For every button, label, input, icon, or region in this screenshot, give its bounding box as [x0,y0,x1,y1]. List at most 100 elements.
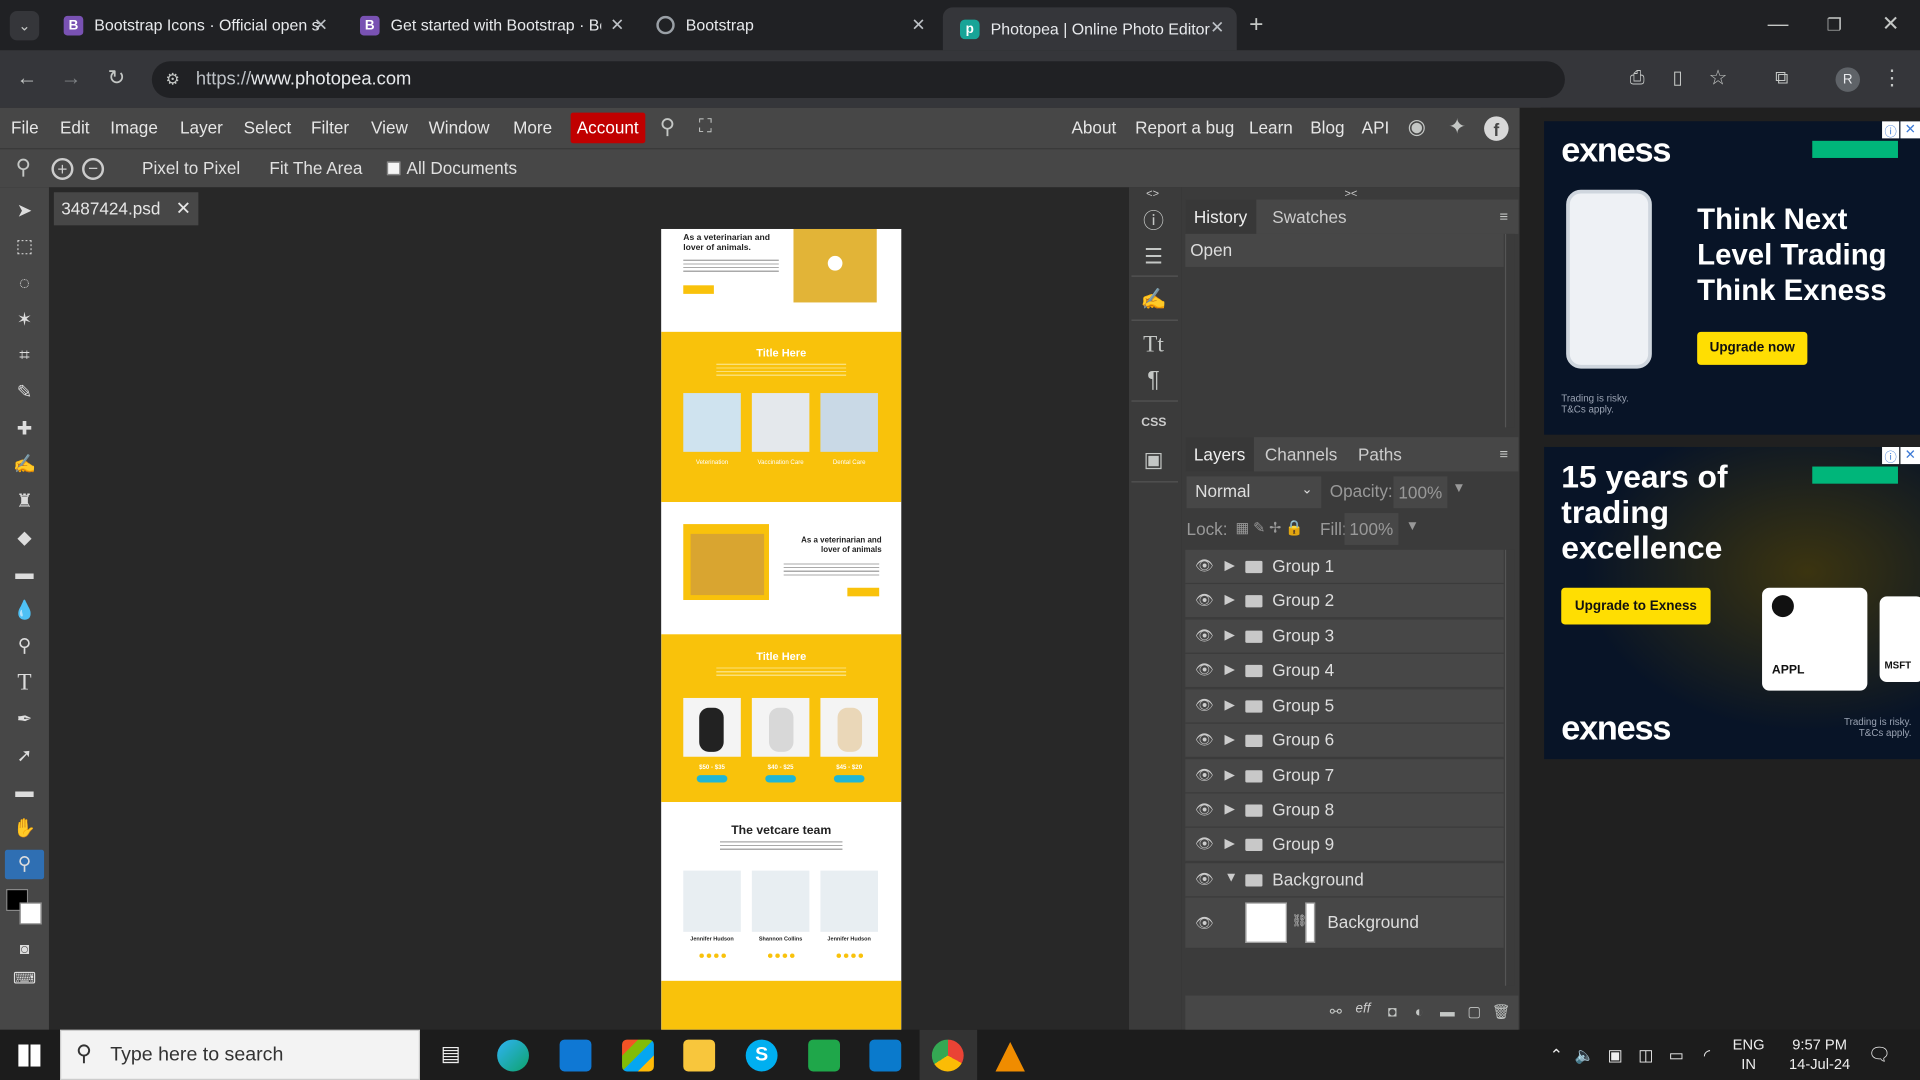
site-info-icon[interactable]: ⚙ [162,65,184,94]
skype-icon[interactable]: S [745,1039,778,1072]
taskbar-search-box[interactable]: ⚲ Type here to search [60,1029,421,1080]
browser-tab[interactable]: Bootstrap ✕ [639,0,938,50]
fit-area-button[interactable]: Fit The Area [269,158,362,178]
browser-tab[interactable]: B Get started with Bootstrap · Boo ✕ [343,0,637,50]
tab-paths[interactable]: Paths [1349,437,1410,471]
url-bar[interactable]: ⚙ https://www.photopea.com [151,61,1565,98]
blend-mode-select[interactable]: Normal ⌄ [1186,476,1322,509]
css-icon[interactable]: CSS [1141,416,1166,429]
paragraph-icon[interactable]: ¶ [1139,366,1168,395]
history-item[interactable]: Open [1185,233,1504,267]
layer-row[interactable]: 👁 ▶ Group 1 [1185,549,1504,585]
visibility-eye-icon[interactable]: 👁 [1195,697,1214,714]
bookmark-star-icon[interactable]: ☆ [1703,64,1732,93]
crop-tool-icon[interactable]: ⌗ [10,342,39,371]
twitter-icon[interactable]: ✦ [1442,113,1471,142]
ad-close-icon[interactable]: ✕ [1900,121,1920,139]
lasso-tool-icon[interactable]: ◌ [10,269,39,298]
new-group-icon[interactable]: ▬ [1438,997,1458,1026]
quick-mask-icon[interactable]: ◙ [10,934,39,963]
expand-arrow-icon[interactable]: ▶ [1225,591,1235,608]
delete-layer-icon[interactable]: 🗑 [1491,997,1511,1026]
opacity-input[interactable]: 100% [1393,476,1448,509]
tray-chevron-icon[interactable]: ⌃ [1547,1041,1567,1070]
document-canvas[interactable]: As a veterinarian and lover of animals. … [661,228,902,1030]
reddit-icon[interactable]: ◉ [1402,113,1431,142]
language-indicator[interactable]: ENG IN [1733,1035,1765,1074]
expand-arrow-icon[interactable]: ▶ [1225,835,1235,851]
type-tool-icon[interactable]: T [10,669,39,698]
vscode-icon[interactable] [869,1039,902,1072]
ad-banner-1[interactable]: exness ⓘ ✕ Think Next Level Trading Thin… [1544,121,1920,435]
fill-dropdown-icon[interactable]: ▼ [1406,519,1419,534]
expand-arrow-icon[interactable]: ▶ [1225,557,1235,573]
menu-view[interactable]: View [371,108,408,148]
hand-tool-icon[interactable]: ✋ [10,814,39,843]
chrome-icon[interactable] [931,1039,964,1072]
lock-icons[interactable]: ▦✎✢🔒 [1236,519,1307,536]
file-explorer-icon[interactable] [683,1039,716,1072]
layer-row[interactable]: 👁 ▶ Group 3 [1185,619,1504,654]
menu-window[interactable]: Window [429,108,490,148]
dodge-tool-icon[interactable]: ⚲ [10,632,39,661]
expand-arrow-icon[interactable]: ▶ [1225,697,1235,713]
menu-select[interactable]: Select [244,108,292,148]
page-icon[interactable]: ▯ [1663,64,1692,93]
ad-info-icon[interactable]: ⓘ [1882,121,1900,140]
battery-icon[interactable]: ▭ [1667,1041,1687,1070]
eraser-tool-icon[interactable]: ◆ [10,524,39,553]
tab-search-icon[interactable]: ⌄ [9,11,40,41]
ad-info-icon[interactable]: ⓘ [1882,446,1900,465]
tab-history[interactable]: History [1185,199,1256,234]
meet-icon[interactable]: ▣ [1605,1041,1625,1070]
visibility-eye-icon[interactable]: 👁 [1195,915,1214,932]
collapse-arrow-icon[interactable]: ▼ [1225,871,1238,886]
expand-arrows-icon[interactable]: >< [1345,187,1358,199]
visibility-eye-icon[interactable]: 👁 [1195,801,1214,818]
panel-menu-icon[interactable]: ≡ [1494,202,1514,231]
edge-icon[interactable] [497,1039,529,1072]
expand-arrow-icon[interactable]: ▶ [1225,731,1235,747]
history-scrollbar[interactable] [1504,233,1515,428]
visibility-eye-icon[interactable]: 👁 [1195,835,1214,852]
menu-file[interactable]: File [11,108,39,148]
tab-channels[interactable]: Channels [1256,437,1346,471]
close-document-icon[interactable]: ✕ [176,192,191,225]
new-tab-icon[interactable]: + [1242,10,1271,39]
panel-menu-icon[interactable]: ≡ [1494,440,1514,469]
pen-tool-icon[interactable]: ✒ [10,705,39,734]
link-learn[interactable]: Learn [1249,108,1293,148]
clone-stamp-icon[interactable]: ♜ [10,487,39,516]
ad-cta-button[interactable]: Upgrade to Exness [1561,587,1711,625]
zoom-out-icon[interactable]: − [82,157,105,181]
magic-wand-icon[interactable]: ✶ [10,306,39,335]
restore-icon[interactable]: ❐ [1820,10,1849,39]
tray-app-icon[interactable]: ◫ [1636,1041,1656,1070]
info-icon[interactable]: ⓘ [1139,207,1168,236]
account-button[interactable]: Account [570,112,645,144]
menu-edit[interactable]: Edit [60,108,90,148]
layer-row-child[interactable]: 👁 ⛓ Background [1185,897,1504,949]
browser-tab[interactable]: B Bootstrap Icons · Official open s ✕ [47,0,341,50]
install-app-icon[interactable]: ⎙ [1622,64,1651,93]
link-blog[interactable]: Blog [1310,108,1344,148]
healing-brush-icon[interactable]: ✚ [10,415,39,444]
gradient-tool-icon[interactable]: ▬ [10,560,39,589]
extensions-icon[interactable]: ⧉ [1767,64,1796,93]
close-tab-icon[interactable]: ✕ [610,15,624,36]
layer-row[interactable]: 👁 ▶ Group 9 [1185,827,1504,863]
reload-icon[interactable]: ↻ [102,64,131,93]
eyedropper-icon[interactable]: ✎ [10,378,39,407]
expand-arrow-icon[interactable]: ▶ [1225,801,1235,817]
mail-icon[interactable] [559,1039,592,1072]
expand-arrow-icon[interactable]: ▶ [1225,767,1235,783]
store-icon[interactable] [622,1039,654,1072]
link-api[interactable]: API [1362,108,1390,148]
back-icon[interactable]: ← [12,64,41,93]
tab-swatches[interactable]: Swatches [1264,200,1355,234]
collapse-arrows-icon[interactable]: <> [1146,187,1159,199]
pixel-to-pixel-button[interactable]: Pixel to Pixel [142,158,240,178]
close-tab-icon[interactable]: ✕ [314,15,328,36]
adjustment-layer-icon[interactable]: ◐ [1409,997,1429,1026]
visibility-eye-icon[interactable]: 👁 [1195,731,1214,748]
